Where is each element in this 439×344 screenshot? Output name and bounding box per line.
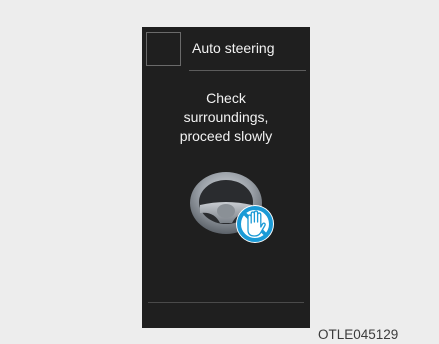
message-line-1: Check <box>206 90 246 106</box>
status-icon-box <box>146 32 181 66</box>
header-divider <box>189 70 306 71</box>
warning-message: Check surroundings, proceed slowly <box>142 89 310 146</box>
message-line-2: surroundings, <box>183 109 269 125</box>
cluster-display: Auto steering Check surroundings, procee… <box>142 27 310 328</box>
wheel-hub <box>217 204 235 218</box>
footer-divider <box>148 302 304 303</box>
steering-wheel-hands-off-icon <box>190 172 274 243</box>
message-line-3: proceed slowly <box>179 128 273 144</box>
image-code-caption: OTLE045129 <box>318 327 399 342</box>
display-title: Auto steering <box>192 40 275 56</box>
